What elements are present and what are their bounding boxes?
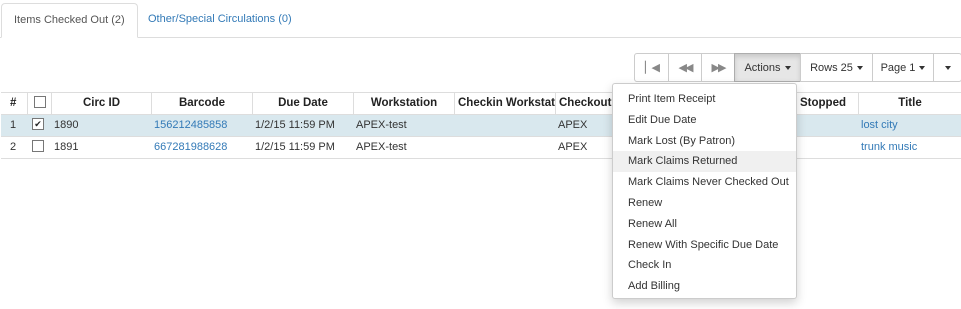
page-select-button[interactable]: Page 1 (872, 53, 934, 82)
grid-toolbar: ▏◀ ◀◀ ▶▶ Actions Rows 25 Page 1 (634, 53, 961, 82)
header-index: # (10, 97, 17, 109)
menu-item-print-item-receipt[interactable]: Print Item Receipt (613, 89, 796, 110)
prev-page-icon: ◀◀ (678, 62, 694, 74)
tab-items-checked-out[interactable]: Items Checked Out (2) (1, 3, 138, 38)
menu-item-edit-due-date[interactable]: Edit Due Date (613, 110, 796, 131)
items-grid: # Circ ID Barcode Due Date Workstation C… (1, 92, 961, 159)
actions-dropdown-menu: Print Item Receipt Edit Due Date Mark Lo… (612, 83, 797, 299)
row-index: 1 (10, 119, 17, 131)
checkout-cell: APEX (558, 119, 588, 131)
table-row[interactable]: 2 1891 667281988628 1/2/15 11:59 PM APEX… (1, 137, 961, 159)
caret-down-icon (784, 65, 791, 70)
header-barcode[interactable]: Barcode (151, 93, 252, 114)
row-checkbox[interactable] (32, 140, 44, 153)
prev-page-button[interactable]: ◀◀ (668, 53, 702, 82)
caret-down-icon (856, 65, 863, 70)
caret-down-icon (919, 65, 926, 70)
row-select[interactable] (27, 137, 51, 158)
actions-label: Actions (744, 61, 781, 74)
first-page-icon: ▏◀ (645, 62, 660, 74)
select-all-checkbox[interactable] (33, 95, 46, 108)
menu-item-renew[interactable]: Renew (613, 193, 796, 214)
next-page-icon: ▶▶ (711, 62, 727, 74)
due-date-cell: 1/2/15 11:59 PM (255, 141, 335, 153)
menu-item-mark-claims-returned[interactable]: Mark Claims Returned (613, 151, 796, 173)
header-circ-id[interactable]: Circ ID (51, 93, 151, 114)
workstation-cell: APEX-test (356, 141, 407, 153)
menu-item-renew-with-specific-due-date[interactable]: Renew With Specific Due Date (613, 235, 796, 256)
page-label: Page 1 (880, 61, 916, 74)
title-link[interactable]: trunk music (858, 137, 961, 158)
menu-item-mark-claims-never-checked-out[interactable]: Mark Claims Never Checked Out (613, 172, 796, 193)
header-checkin-workstation[interactable]: Checkin Workstation (454, 93, 555, 114)
header-select-all[interactable] (27, 93, 51, 114)
row-select[interactable]: ✔ (27, 115, 51, 136)
rows-label: Rows 25 (810, 61, 853, 74)
tab-other-special-circulations[interactable]: Other/Special Circulations (0) (136, 3, 304, 36)
menu-item-renew-all[interactable]: Renew All (613, 214, 796, 235)
barcode-link[interactable]: 156212485858 (151, 115, 252, 136)
tab-bar: Items Checked Out (2) Other/Special Circ… (0, 0, 961, 38)
header-workstation[interactable]: Workstation (353, 93, 454, 114)
barcode-link[interactable]: 667281988628 (151, 137, 252, 158)
first-page-button[interactable]: ▏◀ (634, 53, 669, 82)
header-due-date[interactable]: Due Date (252, 93, 353, 114)
circ-id-cell: 1890 (54, 119, 79, 131)
column-options-button[interactable] (933, 53, 961, 82)
grid-header: # Circ ID Barcode Due Date Workstation C… (1, 92, 961, 115)
menu-item-check-in[interactable]: Check In (613, 255, 796, 276)
next-page-button[interactable]: ▶▶ (701, 53, 735, 82)
row-checkbox[interactable]: ✔ (32, 118, 44, 131)
menu-item-add-billing[interactable]: Add Billing (613, 276, 796, 297)
title-link[interactable]: lost city (858, 115, 961, 136)
actions-button[interactable]: Actions (734, 53, 801, 82)
rows-per-page-button[interactable]: Rows 25 (800, 53, 873, 82)
menu-item-mark-lost[interactable]: Mark Lost (By Patron) (613, 131, 796, 152)
header-checkout[interactable]: Checkout (555, 93, 615, 114)
header-title[interactable]: Title (858, 93, 961, 114)
checkout-cell: APEX (558, 141, 588, 153)
table-row[interactable]: 1 ✔ 1890 156212485858 1/2/15 11:59 PM AP… (1, 115, 961, 137)
caret-down-icon (944, 65, 951, 70)
circ-id-cell: 1891 (54, 141, 79, 153)
due-date-cell: 1/2/15 11:59 PM (255, 119, 335, 131)
workstation-cell: APEX-test (356, 119, 407, 131)
row-index: 2 (10, 141, 17, 153)
